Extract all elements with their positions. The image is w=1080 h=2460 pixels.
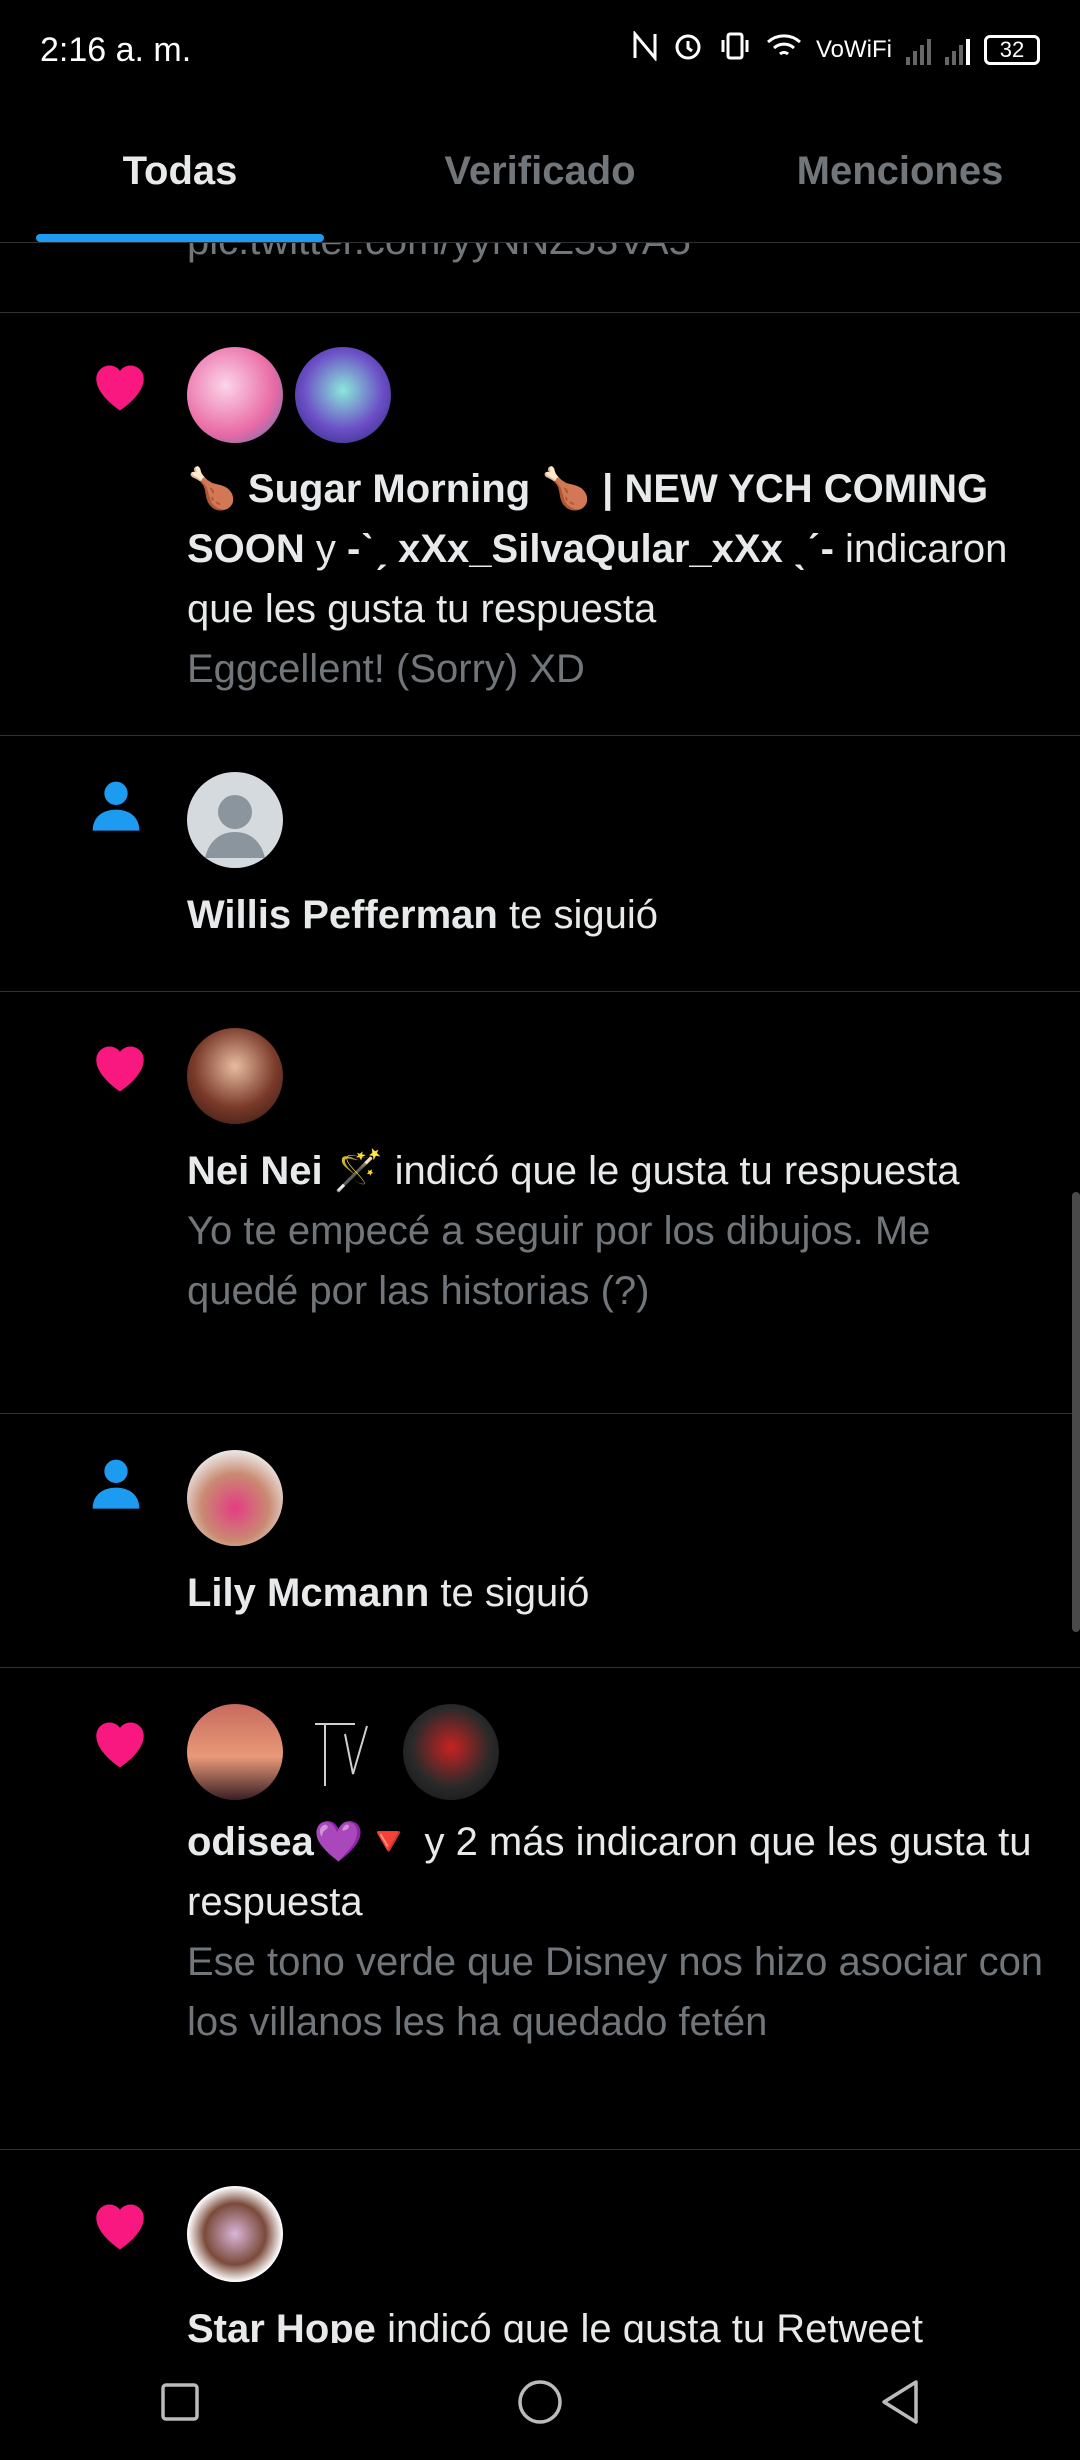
active-tab-indicator: [36, 234, 324, 242]
notification-item[interactable]: Star Hope indicó que le gusta tu Retweet: [0, 2150, 1080, 2343]
notification-feed[interactable]: pic.twitter.com/yyNNZ53VA5 🍗 Sugar Morni…: [0, 243, 1080, 2343]
system-nav-bar: [0, 2343, 1080, 2460]
person-icon: [88, 776, 144, 839]
tab-label: Todas: [122, 148, 238, 193]
person-icon: [88, 1454, 144, 1517]
notification-tabs: Todas Verificado Menciones: [0, 100, 1080, 243]
user-name[interactable]: Willis Pefferman: [187, 893, 498, 937]
notification-item[interactable]: 🍗 Sugar Morning 🍗 | NEW YCH COMING SOON …: [0, 313, 1080, 736]
signal-icon-2: [945, 35, 970, 65]
battery-level: 32: [999, 37, 1025, 62]
scrollbar[interactable]: [1072, 1192, 1080, 1632]
notification-action: te siguió: [440, 1571, 590, 1615]
wifi-icon: [766, 32, 802, 68]
tab-label: Verificado: [444, 148, 636, 193]
notification-item[interactable]: Lily Mcmann te siguió: [0, 1414, 1080, 1668]
tab-menciones[interactable]: Menciones: [720, 100, 1080, 242]
user-name[interactable]: Star Hope: [187, 2307, 376, 2343]
avatar[interactable]: [187, 1704, 283, 1800]
home-button[interactable]: [500, 2362, 580, 2442]
avatar[interactable]: [187, 1028, 283, 1124]
tab-label: Menciones: [796, 148, 1004, 193]
avatar-group: [187, 1704, 1050, 1800]
notification-snippet: pic.twitter.com/yyNNZ53VA5: [187, 243, 1050, 271]
nfc-icon: [632, 29, 658, 69]
user-name[interactable]: -ˋˏ xXx_SilvaQular_xXx ˎˊ-: [347, 527, 834, 571]
avatar[interactable]: [295, 347, 391, 443]
alarm-icon: [672, 30, 704, 70]
user-name[interactable]: Nei Nei 🪄: [187, 1149, 384, 1193]
status-icons: VoWiFi 32: [632, 29, 1040, 70]
vibrate-icon: [718, 31, 752, 69]
heart-icon: [88, 355, 152, 418]
avatar[interactable]: [295, 1704, 391, 1800]
notification-item[interactable]: Nei Nei 🪄 indicó que le gusta tu respues…: [0, 992, 1080, 1414]
user-name[interactable]: Lily Mcmann: [187, 1571, 429, 1615]
battery-icon: 32: [984, 35, 1040, 65]
notification-action: indicó que le gusta tu Retweet: [387, 2307, 923, 2343]
notification-snippet: Ese tono verde que Disney nos hizo asoci…: [187, 1940, 1044, 2044]
notification-item[interactable]: Willis Pefferman te siguió: [0, 736, 1080, 992]
avatar-group: [187, 347, 1050, 443]
avatar[interactable]: [187, 347, 283, 443]
vowifi-label: VoWiFi: [815, 36, 892, 63]
heart-icon: [88, 1036, 152, 1099]
avatar[interactable]: [187, 1450, 283, 1546]
user-name[interactable]: odisea💜🔻: [187, 1820, 413, 1864]
notification-action: te siguió: [508, 893, 658, 937]
avatar[interactable]: [187, 2186, 283, 2282]
notification-item[interactable]: odisea💜🔻 y 2 más indicaron que les gusta…: [0, 1668, 1080, 2150]
avatar-default[interactable]: [187, 772, 283, 868]
heart-icon: [88, 1712, 152, 1775]
tab-verificado[interactable]: Verificado: [360, 100, 720, 242]
recents-button[interactable]: [140, 2362, 220, 2442]
heart-icon: [88, 2194, 152, 2257]
notification-snippet: Eggcellent! (Sorry) XD: [187, 647, 585, 691]
tab-todas[interactable]: Todas: [0, 100, 360, 242]
status-time: 2:16 a. m.: [40, 30, 192, 69]
signal-icon: [906, 35, 931, 65]
notification-item-partial[interactable]: pic.twitter.com/yyNNZ53VA5: [0, 243, 1080, 313]
notification-action: indicó que le gusta tu respuesta: [394, 1149, 960, 1193]
notification-snippet: Yo te empecé a seguir por los dibujos. M…: [187, 1209, 931, 1313]
back-button[interactable]: [860, 2362, 940, 2442]
avatar[interactable]: [403, 1704, 499, 1800]
connector-text: y: [315, 527, 336, 571]
status-bar: 2:16 a. m. VoWiFi 32: [0, 0, 1080, 100]
